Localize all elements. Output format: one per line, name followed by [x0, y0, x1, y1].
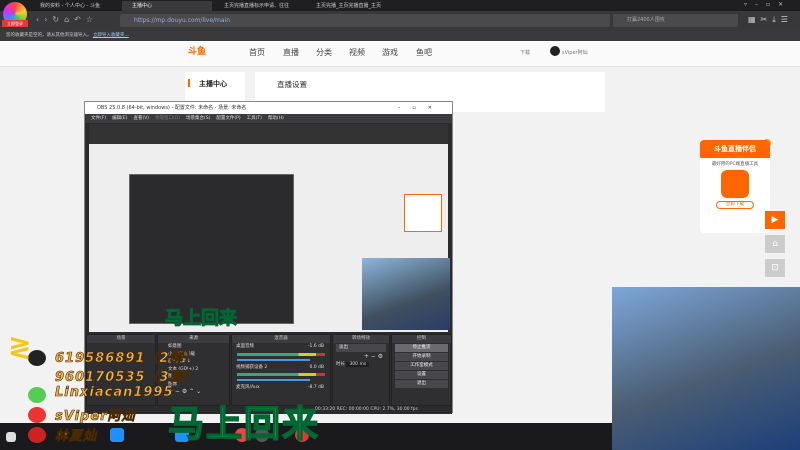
weibo-icon [28, 407, 46, 423]
obs-window-controls[interactable]: –▫✕ [398, 102, 444, 114]
extension-icons[interactable]: ▦✂⤓☰ [748, 15, 793, 25]
channel-db: 0.0 dB [309, 364, 324, 370]
obs-menu-bar: 文件(F) 编辑(E) 查看(V) 停靠窗口(D) 场景集合(S) 配置文件(P) 工具(T… [85, 114, 452, 123]
nested-ad [404, 194, 442, 232]
other-id: 林夏灿 [55, 429, 98, 445]
stop-streaming-button[interactable]: 停止推流 [395, 344, 448, 352]
tab-page-3[interactable]: 主页完播直播标示申请、往往 [214, 1, 304, 11]
start-icon[interactable] [6, 432, 16, 442]
channel-name: 视频捕获设备 2 [236, 364, 268, 370]
edge-icon[interactable] [110, 428, 124, 442]
nested-banner: 马上回来 [165, 308, 238, 330]
menu-help[interactable]: 帮助(H) [268, 116, 284, 121]
webcam-preview-small [362, 258, 450, 330]
ad-subtitle: 最好用的PC端直播工具 [711, 162, 759, 167]
channel-db: -8.7 dB [307, 385, 324, 390]
weibo-id: sViper阿灿 [55, 409, 136, 425]
duration-label: 时长 [336, 361, 345, 367]
scenes-header: 场景 [87, 335, 155, 343]
volume-meter [237, 373, 325, 376]
transition-toolbar[interactable]: + − ⚙ [333, 353, 389, 361]
nested-browser [89, 124, 448, 144]
mixer-channel-capture: 视频捕获设备 2 0.0 dB [232, 364, 330, 372]
channel-name: 麦克风/Aux [236, 385, 260, 390]
nav-live[interactable]: 直播 [283, 47, 299, 58]
transition-select[interactable]: 淡出 [336, 344, 386, 352]
robot-icon[interactable]: ⊡ [765, 259, 785, 277]
nav-home[interactable]: 首页 [249, 47, 265, 58]
bookmark-notice: 您的收藏夹是空的，请从其他浏览器导入。 立即导入收藏夹... [0, 31, 800, 41]
duration-input[interactable]: 300 ms [346, 361, 370, 367]
wechat-icon [28, 387, 46, 403]
qq-group-2: 619586891（2群） [55, 351, 198, 367]
login-badge[interactable]: 立即登录 [2, 20, 28, 27]
download-link[interactable]: 下载 [520, 49, 530, 56]
controls-header: 控制 [392, 335, 451, 343]
zigzag-decoration-icon: ≷ [8, 330, 32, 363]
menu-edit[interactable]: 编辑(E) [112, 116, 127, 121]
active-indicator [188, 79, 190, 87]
import-bookmarks-link[interactable]: 立即导入收藏夹... [93, 33, 129, 38]
channel-name: 桌面音频 [236, 344, 254, 349]
search-input[interactable]: 打赢2400人围攻 [613, 14, 738, 27]
transitions-header: 转场特效 [333, 335, 389, 343]
page-title: 直播设置 [277, 80, 307, 89]
exit-button[interactable]: 退出 [395, 380, 448, 388]
tab-page-4[interactable]: 主页完播_主页完播直播_主页 [306, 1, 396, 11]
ad-title: 斗鱼直播伴侣 [700, 140, 770, 158]
username[interactable]: sViper阿灿 [562, 49, 588, 56]
mixer-channel-desktop: 桌面音频 -1.6 dB [232, 343, 330, 351]
nav-fishbar[interactable]: 鱼吧 [416, 47, 432, 58]
volume-meter [237, 352, 325, 356]
nav-category[interactable]: 分类 [316, 47, 332, 58]
download-button[interactable]: 立即下载 [716, 201, 754, 209]
notice-text: 您的收藏夹是空的，请从其他浏览器导入。 [6, 33, 92, 38]
obs-title: OBS 25.0.8 (64-bit, windows) - 配置文件: 未命名… [97, 105, 247, 111]
channel-db: -1.6 dB [307, 344, 324, 349]
mixer-channel-mic: 麦克风/Aux -8.7 dB [232, 384, 330, 392]
address-bar[interactable]: https://mp.douyu.com/live/main [120, 14, 610, 27]
menu-file[interactable]: 文件(F) [91, 116, 106, 121]
sidebar-item-streamer-center[interactable]: 主播中心 [199, 79, 227, 89]
studio-mode-button[interactable]: 工作室模式 [395, 362, 448, 370]
transitions-dock: 转场特效 淡出 + − ⚙ 时长 300 ms [332, 334, 390, 406]
menu-scene-collection[interactable]: 场景集合(S) [186, 116, 210, 121]
start-recording-button[interactable]: 开始录制 [395, 353, 448, 361]
menu-view[interactable]: 查看(V) [133, 116, 149, 121]
menu-docks[interactable]: 停靠窗口(D) [155, 116, 180, 121]
volume-slider[interactable] [237, 358, 310, 361]
brb-banner: 马上回来 [167, 403, 321, 446]
controls-dock: 控制 停止推流 开始录制 工作室模式 设置 退出 [391, 334, 452, 406]
webcam-overlay [612, 287, 800, 450]
tab-streamer-center[interactable]: 主播中心 [122, 1, 212, 11]
douyu-logo[interactable]: 斗鱼 [188, 44, 228, 61]
settings-button[interactable]: 设置 [395, 371, 448, 379]
mixer-header: 混音器 [232, 335, 330, 343]
wechat-id: Linxiacan1995 [55, 385, 174, 401]
video-icon[interactable]: ▶ [765, 211, 785, 229]
sources-header: 来源 [158, 335, 229, 343]
volume-slider[interactable] [237, 379, 310, 381]
qq-group-3: 960170535（3群） [55, 370, 198, 386]
nested-obs [129, 174, 294, 324]
browser-tab-bar: 我的资料 - 个人中心 - 斗鱼 主播中心 主页完播直播标示申请、往往 主页完播… [0, 0, 800, 11]
tab-profile[interactable]: 我的资料 - 个人中心 - 斗鱼 [30, 1, 118, 11]
home-icon[interactable]: ⌂ [765, 235, 785, 253]
menu-profile[interactable]: 配置文件(P) [216, 116, 240, 121]
avatar[interactable] [550, 46, 560, 56]
app-icon [721, 170, 749, 198]
douyin-icon [28, 427, 46, 443]
nav-game[interactable]: 游戏 [382, 47, 398, 58]
nav-buttons-icon[interactable]: ‹›↻⌂↶☆ [36, 15, 98, 24]
nav-video[interactable]: 视频 [349, 47, 365, 58]
window-controls[interactable]: ▿–▫✕ [744, 1, 791, 8]
menu-tools[interactable]: 工具(T) [247, 116, 262, 121]
site-header [0, 41, 800, 67]
obs-title-bar: OBS 25.0.8 (64-bit, windows) - 配置文件: 未命名… [85, 102, 452, 114]
streamer-tool-ad[interactable]: 斗鱼直播伴侣 最好用的PC端直播工具 立即下载 [700, 140, 770, 233]
